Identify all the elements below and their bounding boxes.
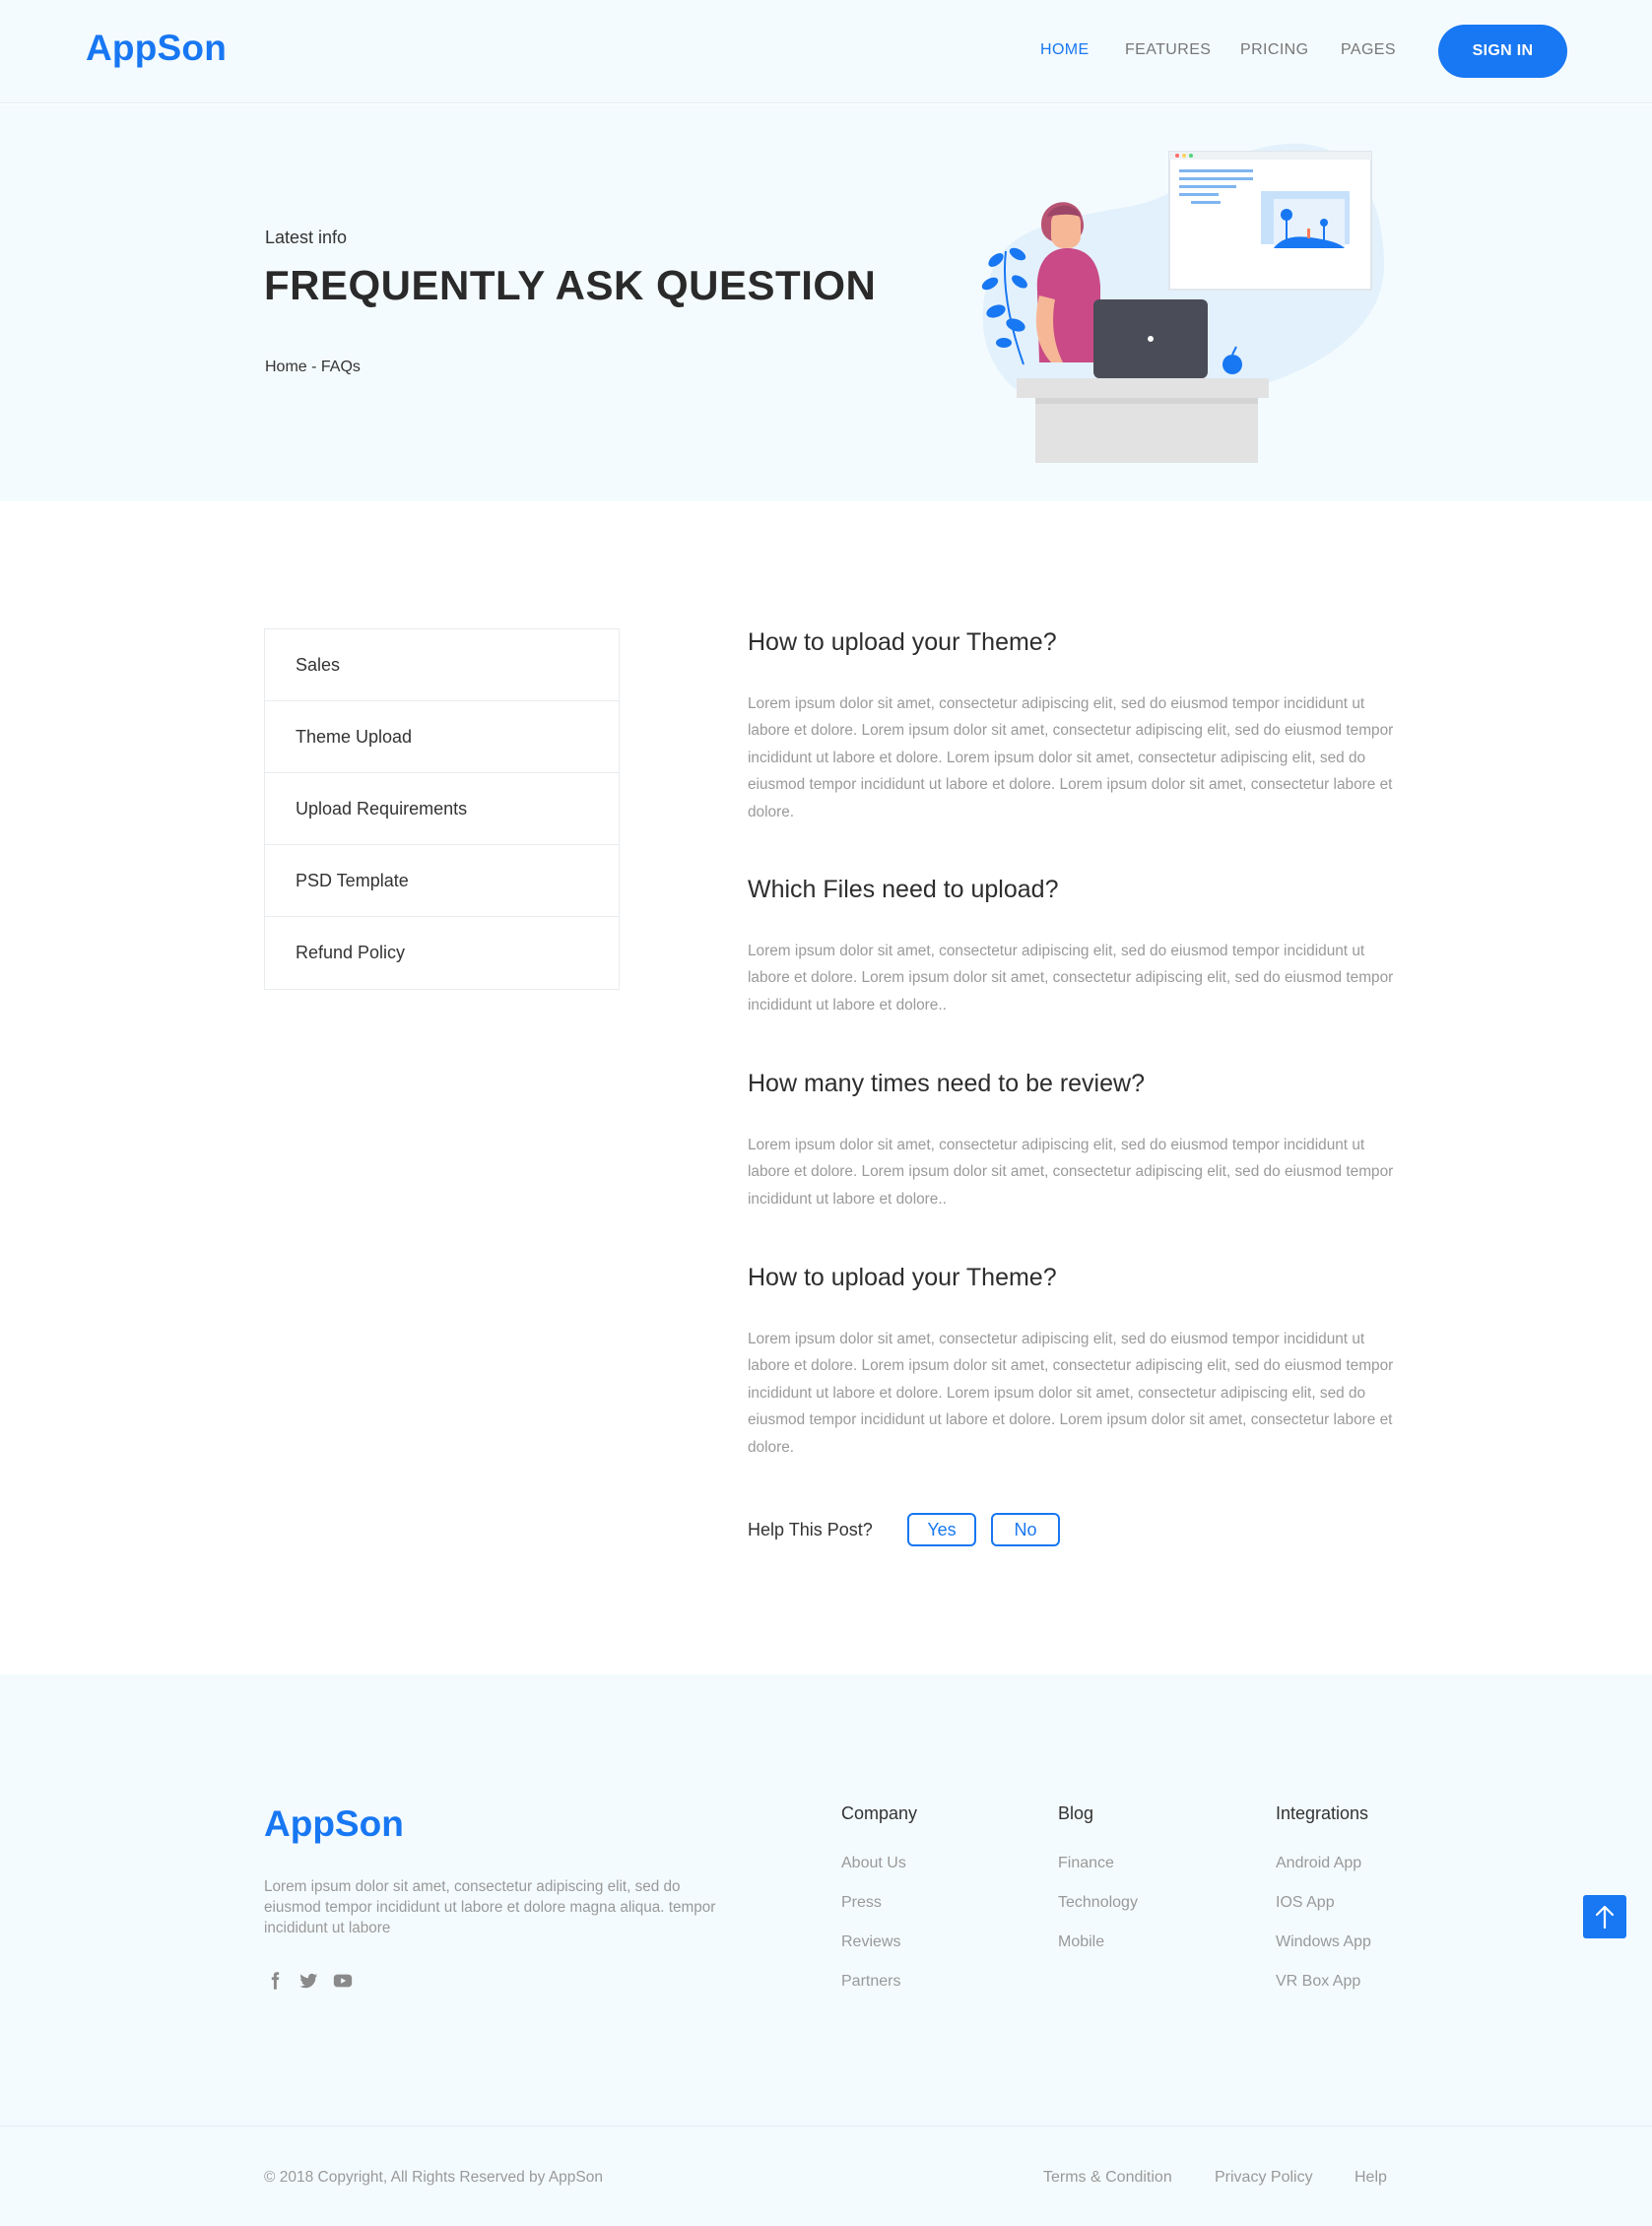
terms-link[interactable]: Terms & Condition — [1043, 2169, 1172, 2187]
footer-link-finance[interactable]: Finance — [1058, 1855, 1138, 1894]
category-theme-upload[interactable]: Theme Upload — [265, 701, 619, 773]
site-header: AppSon HOME FEATURES PRICING PAGES SIGN … — [0, 0, 1652, 103]
footer-link-technology[interactable]: Technology — [1058, 1894, 1138, 1933]
footer-link-press[interactable]: Press — [841, 1894, 917, 1933]
faq-answer: Lorem ipsum dolor sit amet, consectetur … — [748, 943, 1394, 1014]
footer-link-partners[interactable]: Partners — [841, 1973, 917, 2012]
privacy-policy-link[interactable]: Privacy Policy — [1215, 2169, 1313, 2187]
faq-question: How to upload your Theme? — [748, 1264, 1057, 1291]
logo[interactable]: AppSon — [86, 28, 227, 69]
footer-column-blog: Blog Finance Technology Mobile — [1058, 1803, 1138, 1973]
help-link[interactable]: Help — [1355, 2169, 1387, 2187]
footer-link-reviews[interactable]: Reviews — [841, 1933, 917, 1973]
footer-link-about-us[interactable]: About Us — [841, 1855, 917, 1894]
site-footer: AppSon Lorem ipsum dolor sit amet, conse… — [0, 1674, 1652, 2226]
twitter-icon[interactable] — [297, 1970, 319, 1992]
copyright-text: © 2018 Copyright, All Rights Reserved by… — [264, 2169, 604, 2186]
faq-category-list: Sales Theme Upload Upload Requirements P… — [264, 628, 620, 990]
footer-link-vr-box-app[interactable]: VR Box App — [1276, 1973, 1371, 2012]
faq-answer: Lorem ipsum dolor sit amet, consectetur … — [748, 1331, 1394, 1456]
faq-item: How to upload your Theme? Lorem ipsum do… — [748, 628, 1398, 825]
breadcrumb[interactable]: Home - FAQs — [265, 359, 361, 376]
yes-button[interactable]: Yes — [907, 1513, 976, 1546]
footer-column-title: Blog — [1058, 1803, 1094, 1823]
hero-section: Latest info FREQUENTLY ASK QUESTION Home… — [0, 104, 1652, 501]
faq-item: How to upload your Theme? Lorem ipsum do… — [748, 1264, 1398, 1461]
faq-question: How to upload your Theme? — [748, 628, 1057, 656]
faq-question: How many times need to be review? — [748, 1070, 1145, 1097]
category-refund-policy[interactable]: Refund Policy — [265, 917, 619, 989]
category-psd-template[interactable]: PSD Template — [265, 845, 619, 917]
footer-link-windows-app[interactable]: Windows App — [1276, 1933, 1371, 1973]
faq-item: How many times need to be review? Lorem … — [748, 1070, 1398, 1212]
faq-answer: Lorem ipsum dolor sit amet, consectetur … — [748, 695, 1394, 820]
footer-column-title: Company — [841, 1803, 918, 1823]
nav-pricing[interactable]: PRICING — [1240, 41, 1308, 59]
facebook-icon[interactable] — [264, 1970, 286, 1992]
arrow-up-icon — [1595, 1905, 1615, 1930]
faq-item: Which Files need to upload? Lorem ipsum … — [748, 876, 1398, 1018]
hero-eyebrow: Latest info — [265, 228, 348, 247]
helpful-label: Help This Post? — [748, 1519, 873, 1539]
footer-column-title: Integrations — [1276, 1803, 1369, 1823]
category-sales[interactable]: Sales — [265, 629, 619, 701]
footer-link-mobile[interactable]: Mobile — [1058, 1933, 1138, 1973]
faq-question: Which Files need to upload? — [748, 876, 1059, 903]
footer-column-integrations: Integrations Android App IOS App Windows… — [1276, 1803, 1371, 2012]
page-title: FREQUENTLY ASK QUESTION — [264, 262, 877, 308]
helpful-feedback: Help This Post? Yes No — [748, 1513, 1142, 1546]
sign-in-button[interactable]: SIGN IN — [1438, 25, 1567, 78]
faq-answer: Lorem ipsum dolor sit amet, consectetur … — [748, 1137, 1394, 1208]
back-to-top-button[interactable] — [1583, 1895, 1626, 1938]
footer-link-android-app[interactable]: Android App — [1276, 1855, 1371, 1894]
footer-logo[interactable]: AppSon — [264, 1803, 404, 1845]
footer-description: Lorem ipsum dolor sit amet, consectetur … — [264, 1878, 716, 1936]
nav-features[interactable]: FEATURES — [1125, 41, 1211, 59]
footer-column-company: Company About Us Press Reviews Partners — [841, 1803, 917, 2012]
nav-home[interactable]: HOME — [1040, 41, 1090, 59]
category-upload-requirements[interactable]: Upload Requirements — [265, 773, 619, 845]
hero-illustration — [981, 143, 1384, 463]
footer-divider — [0, 2126, 1652, 2127]
no-button[interactable]: No — [991, 1513, 1060, 1546]
youtube-icon[interactable] — [332, 1970, 354, 1992]
nav-pages[interactable]: PAGES — [1341, 41, 1396, 59]
footer-link-ios-app[interactable]: IOS App — [1276, 1894, 1371, 1933]
